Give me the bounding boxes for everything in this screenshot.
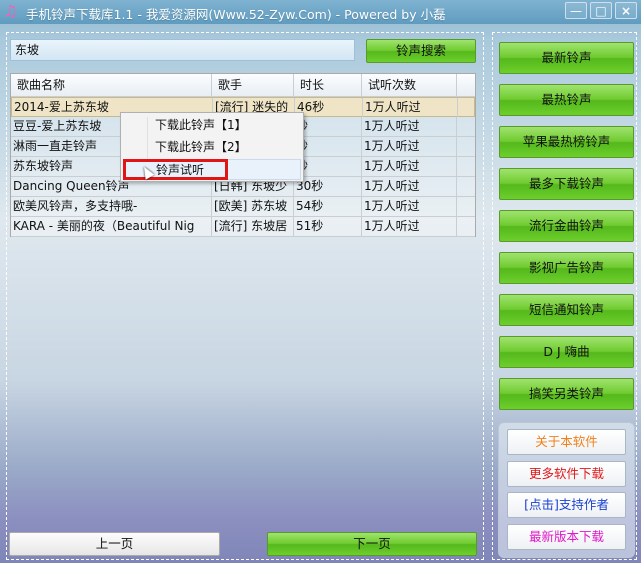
duration-cell: 30秒 — [294, 177, 362, 196]
search-input[interactable]: 东坡 — [10, 39, 355, 61]
plays-cell: 1万人听过 — [362, 177, 457, 196]
plays-cell: 1万人听过 — [362, 117, 457, 136]
title-bar: ♫ 手机铃声下载库1.1 - 我爱资源网(Www.52-Zyw.Com) - P… — [0, 0, 641, 24]
song-name-cell: KARA - 美丽的夜（Beautiful Nig — [11, 217, 212, 236]
category-button-hottest[interactable]: 最热铃声 — [499, 84, 634, 116]
column-header-song[interactable]: 歌曲名称 — [11, 74, 212, 96]
table-header: 歌曲名称 歌手 时长 试听次数 — [11, 74, 475, 97]
highlight-annotation-box — [123, 159, 228, 180]
category-button-most-downloaded[interactable]: 最多下载铃声 — [499, 168, 634, 200]
column-header-plays[interactable]: 试听次数 — [362, 74, 457, 96]
plays-cell: 1万人听过 — [362, 137, 457, 156]
duration-cell: 46秒 — [295, 98, 363, 117]
column-header-singer[interactable]: 歌手 — [212, 74, 294, 96]
minimize-button[interactable]: — — [565, 2, 587, 19]
table-row[interactable]: KARA - 美丽的夜（Beautiful Nig [流行] 东坡居 51秒 1… — [11, 217, 475, 237]
music-note-icon: ♫ — [4, 2, 18, 20]
menu-item-download-1[interactable]: 下载此铃声【1】 — [123, 115, 301, 136]
next-page-button[interactable]: 下一页 — [267, 532, 477, 556]
song-name-cell: 欧美风铃声，多支持哦- — [11, 197, 212, 216]
plays-cell: 1万人听过 — [362, 197, 457, 216]
duration-cell: 54秒 — [294, 197, 362, 216]
maximize-button[interactable]: □ — [590, 2, 612, 19]
more-software-button[interactable]: 更多软件下载 — [507, 461, 626, 487]
plays-cell: 1万人听过 — [362, 157, 457, 176]
duration-cell: 秒 — [294, 157, 362, 176]
plays-cell: 1万人听过 — [363, 98, 458, 117]
column-header-duration[interactable]: 时长 — [294, 74, 362, 96]
search-button[interactable]: 铃声搜索 — [366, 39, 476, 63]
support-author-button[interactable]: [点击]支持作者 — [507, 492, 626, 518]
prev-page-button[interactable]: 上一页 — [9, 532, 220, 556]
duration-cell: 51秒 — [294, 217, 362, 236]
category-button-funny[interactable]: 搞笑另类铃声 — [499, 378, 634, 410]
category-button-pop-hits[interactable]: 流行金曲铃声 — [499, 210, 634, 242]
category-button-dj[interactable]: D J 嗨曲 — [499, 336, 634, 368]
singer-cell: [欧美] 苏东坡 — [212, 197, 294, 216]
about-software-button[interactable]: 关于本软件 — [507, 429, 626, 455]
duration-cell: 秒 — [294, 117, 362, 136]
table-row[interactable]: 欧美风铃声，多支持哦- [欧美] 苏东坡 54秒 1万人听过 — [11, 197, 475, 217]
category-button-sms-notify[interactable]: 短信通知铃声 — [499, 294, 634, 326]
singer-cell: [流行] 东坡居 — [212, 217, 294, 236]
latest-version-button[interactable]: 最新版本下载 — [507, 524, 626, 550]
category-button-apple-chart[interactable]: 苹果最热榜铃声 — [499, 126, 634, 158]
duration-cell: 秒 — [294, 137, 362, 156]
category-button-film-ads[interactable]: 影视广告铃声 — [499, 252, 634, 284]
plays-cell: 1万人听过 — [362, 217, 457, 236]
menu-item-download-2[interactable]: 下载此铃声【2】 — [123, 137, 301, 158]
window-title: 手机铃声下载库1.1 - 我爱资源网(Www.52-Zyw.Com) - Pow… — [26, 7, 446, 22]
close-button[interactable]: × — [615, 2, 637, 19]
category-button-newest[interactable]: 最新铃声 — [499, 42, 634, 74]
